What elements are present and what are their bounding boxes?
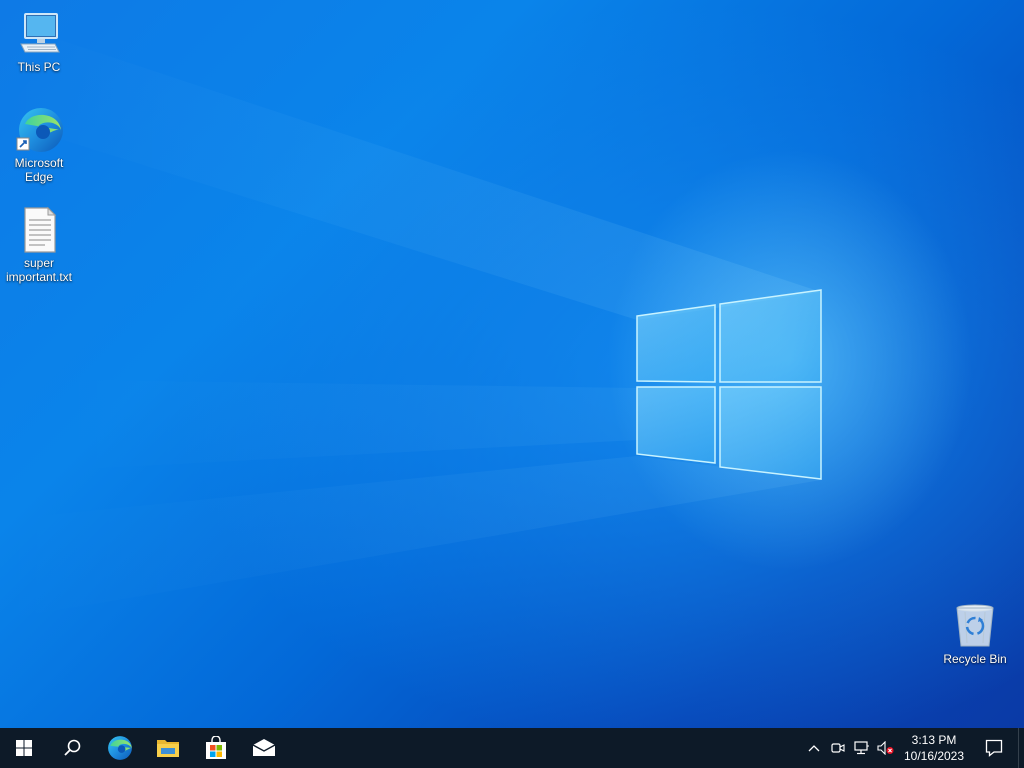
search-button[interactable]	[48, 728, 96, 768]
taskbar-store-button[interactable]	[192, 728, 240, 768]
desktop-icon-recycle-bin[interactable]: Recycle Bin	[937, 602, 1013, 666]
store-icon	[206, 736, 226, 759]
desktop[interactable]: This PC Microsoft Edge super important.t…	[0, 0, 1024, 728]
search-icon	[64, 739, 81, 756]
clock-date: 10/16/2023	[903, 749, 965, 763]
network-icon[interactable]	[850, 728, 874, 768]
taskbar-mail-button[interactable]	[240, 728, 288, 768]
desktop-icon-label: This PC	[17, 60, 61, 74]
edge-icon	[108, 736, 132, 760]
action-center-icon	[985, 739, 1003, 757]
clock[interactable]: 3:13 PM 10/16/2023	[898, 728, 970, 768]
taskbar-edge-button[interactable]	[96, 728, 144, 768]
meet-now-icon[interactable]	[826, 728, 850, 768]
folder-icon	[157, 740, 179, 757]
text-file-icon	[15, 206, 63, 254]
recycle-bin-icon	[951, 602, 999, 650]
desktop-icon-microsoft-edge[interactable]: Microsoft Edge	[1, 106, 77, 184]
system-tray: 3:13 PM 10/16/2023	[802, 728, 1024, 768]
taskbar: 3:13 PM 10/16/2023	[0, 728, 1024, 768]
edge-icon	[15, 106, 63, 154]
chevron-up-icon[interactable]	[802, 728, 826, 768]
action-center-button[interactable]	[970, 728, 1018, 768]
start-button[interactable]	[0, 728, 48, 768]
mail-icon	[252, 739, 276, 756]
windows-icon	[16, 740, 32, 756]
desktop-icon-label: Microsoft Edge	[14, 156, 64, 184]
volume-muted-icon[interactable]	[874, 728, 898, 768]
desktop-icon-label: Recycle Bin	[943, 652, 1007, 666]
taskbar-file-explorer-button[interactable]	[144, 728, 192, 768]
wallpaper-windows-logo	[0, 40, 822, 620]
desktop-icon-label: super important.txt	[5, 256, 73, 284]
desktop-icon-super-important-txt[interactable]: super important.txt	[1, 206, 77, 284]
show-desktop-button[interactable]	[1018, 728, 1024, 768]
desktop-icon-this-pc[interactable]: This PC	[1, 10, 77, 74]
computer-icon	[15, 10, 63, 58]
clock-time: 3:13 PM	[911, 733, 957, 747]
